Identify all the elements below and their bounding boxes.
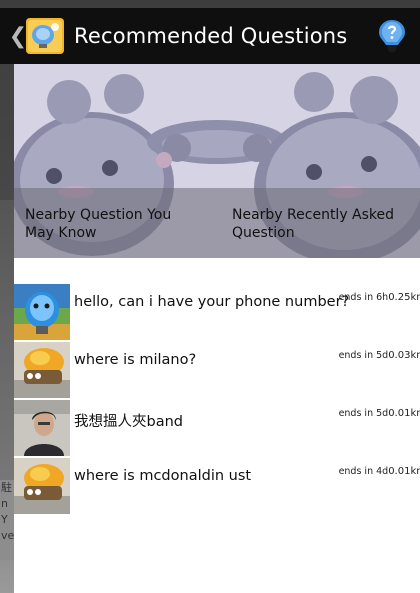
question-text: where is milano? (74, 352, 197, 368)
question-meta: ends in 4d0.01km (339, 466, 420, 477)
main-panel: Nearby Question You May Know Nearby Rece… (14, 64, 420, 593)
question-expiry: ends in 6h (338, 292, 389, 303)
question-distance: 0.03km (388, 350, 420, 361)
question-list-item[interactable]: where is mcdonaldin ust ends in 4d0.01km (14, 458, 420, 516)
question-text: 我想搵人夾band (74, 414, 183, 430)
person-avatar (14, 400, 70, 456)
background-screen-edge (0, 200, 14, 480)
question-expiry: ends in 5d (338, 350, 389, 361)
question-list-item[interactable]: where is milano? ends in 5d0.03km (14, 342, 420, 400)
banner-image: Nearby Question You May Know Nearby Rece… (14, 64, 420, 258)
question-list-item[interactable]: hello, can i have your phone number? end… (14, 284, 420, 342)
question-distance: 0.01km (388, 408, 420, 419)
question-meta: ends in 6h0.25km (339, 292, 420, 303)
app-logo-icon[interactable] (26, 18, 64, 54)
question-distance: 0.01km (388, 466, 420, 477)
tab-nearby-question-may-know[interactable]: Nearby Question You May Know (25, 206, 201, 242)
background-text-line: n Y (1, 497, 8, 526)
question-text: where is mcdonaldin ust (74, 468, 252, 484)
question-meta: ends in 5d0.01km (339, 408, 420, 419)
question-text: hello, can i have your phone number? (74, 294, 350, 310)
background-text-line: 駐 (1, 481, 12, 494)
question-meta: ends in 5d0.03km (339, 350, 420, 361)
ask-question-button[interactable] (364, 8, 420, 64)
page-title: Recommended Questions (74, 24, 348, 48)
back-chevron-icon[interactable]: ❮ (9, 8, 27, 64)
food-avatar (14, 458, 70, 514)
question-expiry: ends in 5d (338, 408, 389, 419)
background-text-line: ve (1, 529, 14, 542)
background-screen-text: 駐 n Y ve (0, 480, 14, 560)
food-avatar (14, 342, 70, 398)
question-distance: 0.25km (388, 292, 420, 303)
bulb-avatar (14, 284, 70, 340)
question-expiry: ends in 4d (338, 466, 389, 477)
question-list-item[interactable]: 我想搵人夾band ends in 5d0.01km (14, 400, 420, 458)
tab-nearby-recently-asked[interactable]: Nearby Recently Asked Question (232, 206, 420, 242)
question-list: hello, can i have your phone number? end… (14, 284, 420, 516)
question-bulb-icon (379, 20, 405, 52)
action-bar: ❮ Recommended Questions (0, 8, 420, 64)
